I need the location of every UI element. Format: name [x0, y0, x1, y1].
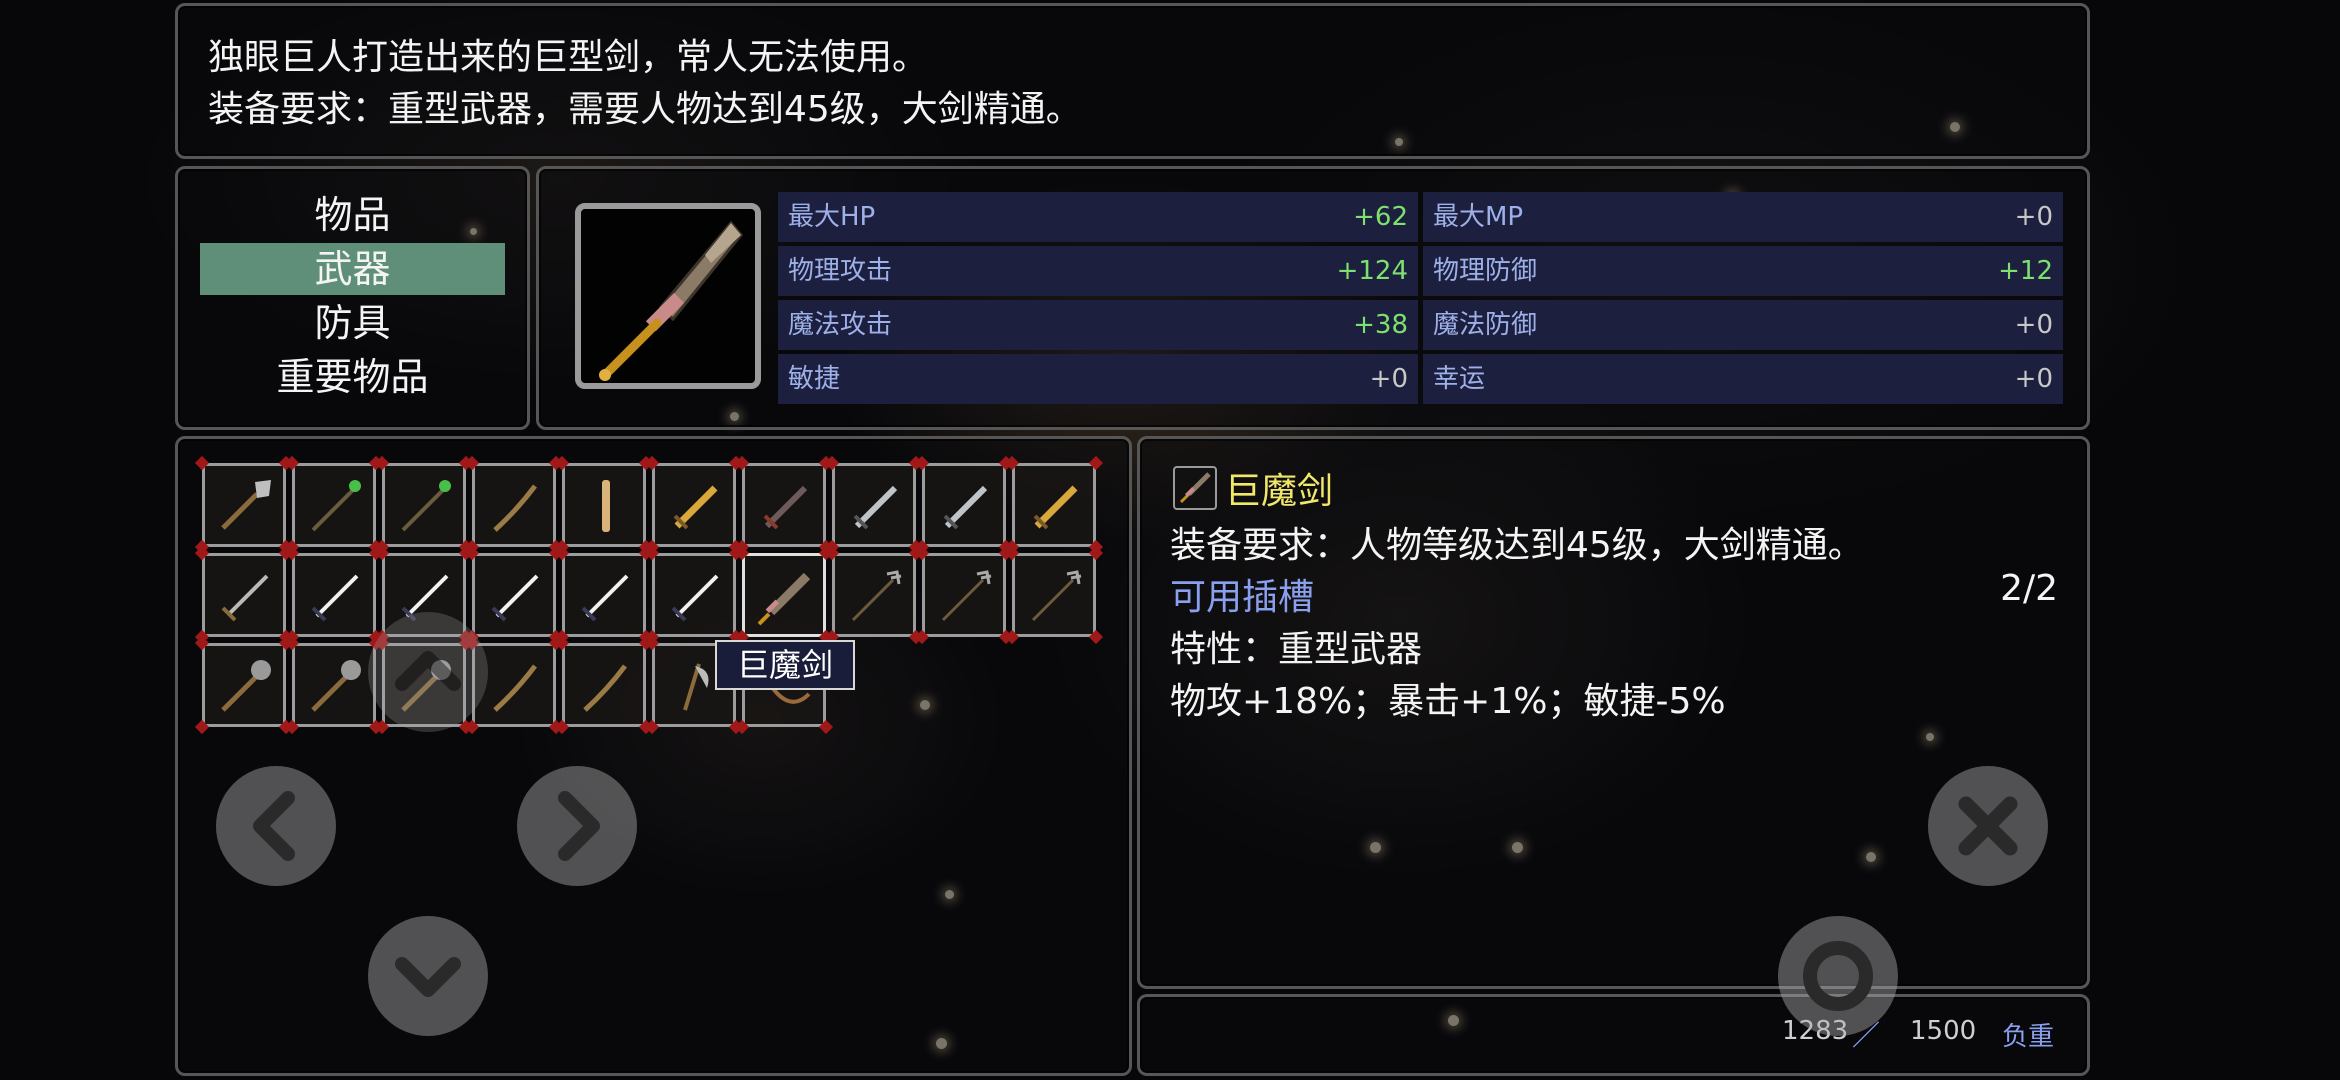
white-sword-icon — [671, 574, 719, 622]
inventory-slot[interactable] — [202, 643, 286, 727]
stat-row: 敏捷 +0 — [778, 354, 1418, 404]
inventory-slot[interactable] — [382, 463, 466, 547]
stat-row: 最大HP +62 — [778, 192, 1418, 242]
chevron-down-icon — [395, 957, 461, 997]
weight-label: 负重 — [2002, 1022, 2055, 1052]
inventory-slot[interactable] — [472, 463, 556, 547]
category-armor[interactable]: 防具 — [200, 297, 505, 349]
giant-sword-icon — [599, 220, 743, 381]
stat-label: 魔法攻击 — [788, 310, 893, 340]
item-trait: 特性：重型武器 — [1170, 629, 1423, 670]
dark-sword-icon — [763, 485, 808, 530]
inventory-slot[interactable] — [832, 553, 916, 637]
close-button[interactable] — [1928, 766, 2048, 886]
stat-value: +0 — [2014, 364, 2053, 394]
category-items[interactable]: 物品 — [200, 189, 505, 241]
close-icon — [1958, 796, 2018, 856]
staff-green-icon — [401, 480, 451, 532]
spear-icon — [221, 480, 271, 530]
inventory-slot[interactable] — [742, 553, 826, 637]
inventory-slot[interactable] — [652, 463, 736, 547]
stat-value: +0 — [2014, 310, 2053, 340]
giant-demon-sword-icon — [757, 572, 811, 626]
inventory-slot[interactable] — [1012, 463, 1096, 547]
description-line-1: 独眼巨人打造出来的巨型剑，常人无法使用。 — [208, 37, 929, 78]
confirm-button[interactable] — [1778, 916, 1898, 1036]
scroll-up-button[interactable] — [368, 612, 488, 732]
inventory-slot[interactable] — [832, 463, 916, 547]
inventory-slot[interactable] — [562, 463, 646, 547]
inventory-slot[interactable] — [922, 463, 1006, 547]
golden-sword-icon — [673, 485, 718, 530]
scroll-down-button[interactable] — [368, 916, 488, 1036]
wooden-staff-icon — [493, 484, 537, 532]
mace-icon — [311, 660, 361, 712]
stat-label: 最大MP — [1433, 202, 1524, 232]
item-requirement: 装备要求：人物等级达到45级，大剑精通。 — [1170, 525, 1864, 566]
stat-row: 物理攻击 +124 — [778, 246, 1418, 296]
chevron-right-icon — [558, 791, 600, 861]
stat-value: +62 — [1353, 202, 1408, 232]
stat-value: +124 — [1336, 256, 1408, 286]
inventory-slot[interactable] — [202, 553, 286, 637]
stat-value: +0 — [2014, 202, 2053, 232]
trident-icon — [941, 570, 992, 622]
chevron-left-icon — [253, 791, 295, 861]
stat-label: 物理攻击 — [788, 256, 893, 286]
weight-max: 1500 — [1910, 1016, 1977, 1046]
steel-sword-icon — [943, 485, 988, 530]
inventory-slot[interactable] — [922, 553, 1006, 637]
inventory-slot[interactable] — [562, 643, 646, 727]
inventory-slot[interactable] — [292, 553, 376, 637]
category-key-items[interactable]: 重要物品 — [200, 351, 505, 403]
category-weapons[interactable]: 武器 — [200, 243, 505, 295]
stat-row: 物理防御 +12 — [1423, 246, 2063, 296]
inventory-slot[interactable] — [1012, 553, 1096, 637]
stat-row: 幸运 +0 — [1423, 354, 2063, 404]
stat-value: +38 — [1353, 310, 1408, 340]
golden-sword-icon — [1033, 485, 1078, 530]
stat-row: 魔法防御 +0 — [1423, 300, 2063, 350]
item-tooltip: 巨魔剑 — [715, 640, 855, 690]
circle-icon — [1803, 941, 1873, 1011]
sword-icon — [221, 574, 269, 622]
stat-label: 幸运 — [1433, 364, 1486, 394]
steel-sword-icon — [853, 485, 898, 530]
item-name: 巨魔剑 — [1225, 471, 1334, 512]
slots-value: 2/2 — [2000, 568, 2058, 609]
item-portrait — [575, 203, 761, 389]
wooden-staff-icon — [583, 664, 627, 712]
slots-label: 可用插槽 — [1170, 577, 1315, 618]
stat-row: 魔法攻击 +38 — [778, 300, 1418, 350]
inventory-slot[interactable] — [292, 463, 376, 547]
stat-label: 魔法防御 — [1433, 310, 1538, 340]
staff-green-icon — [311, 480, 361, 532]
description-line-2: 装备要求：重型武器，需要人物达到45级，大剑精通。 — [208, 89, 1082, 130]
inventory-slot[interactable] — [562, 553, 646, 637]
stat-value: +12 — [1998, 256, 2053, 286]
trident-icon — [1031, 570, 1082, 622]
stat-label: 物理防御 — [1433, 256, 1538, 286]
bone-icon — [602, 480, 610, 532]
white-sword-icon — [311, 574, 359, 622]
trident-icon — [851, 570, 902, 622]
giant-sword-icon — [1179, 472, 1211, 504]
item-small-icon — [1173, 466, 1217, 510]
previous-page-button[interactable] — [216, 766, 336, 886]
inventory-slot[interactable] — [652, 553, 736, 637]
next-page-button[interactable] — [517, 766, 637, 886]
stat-label: 最大HP — [788, 202, 876, 232]
stat-row: 最大MP +0 — [1423, 192, 2063, 242]
white-sword-icon — [581, 574, 629, 622]
stat-value: +0 — [1369, 364, 1408, 394]
item-bonus: 物攻+18%；暴击+1%；敏捷-5% — [1170, 681, 1726, 722]
inventory-slot[interactable] — [292, 643, 376, 727]
stat-label: 敏捷 — [788, 364, 841, 394]
inventory-slot[interactable] — [202, 463, 286, 547]
mace-icon — [221, 660, 271, 712]
chevron-up-icon — [395, 651, 461, 691]
inventory-slot[interactable] — [742, 463, 826, 547]
